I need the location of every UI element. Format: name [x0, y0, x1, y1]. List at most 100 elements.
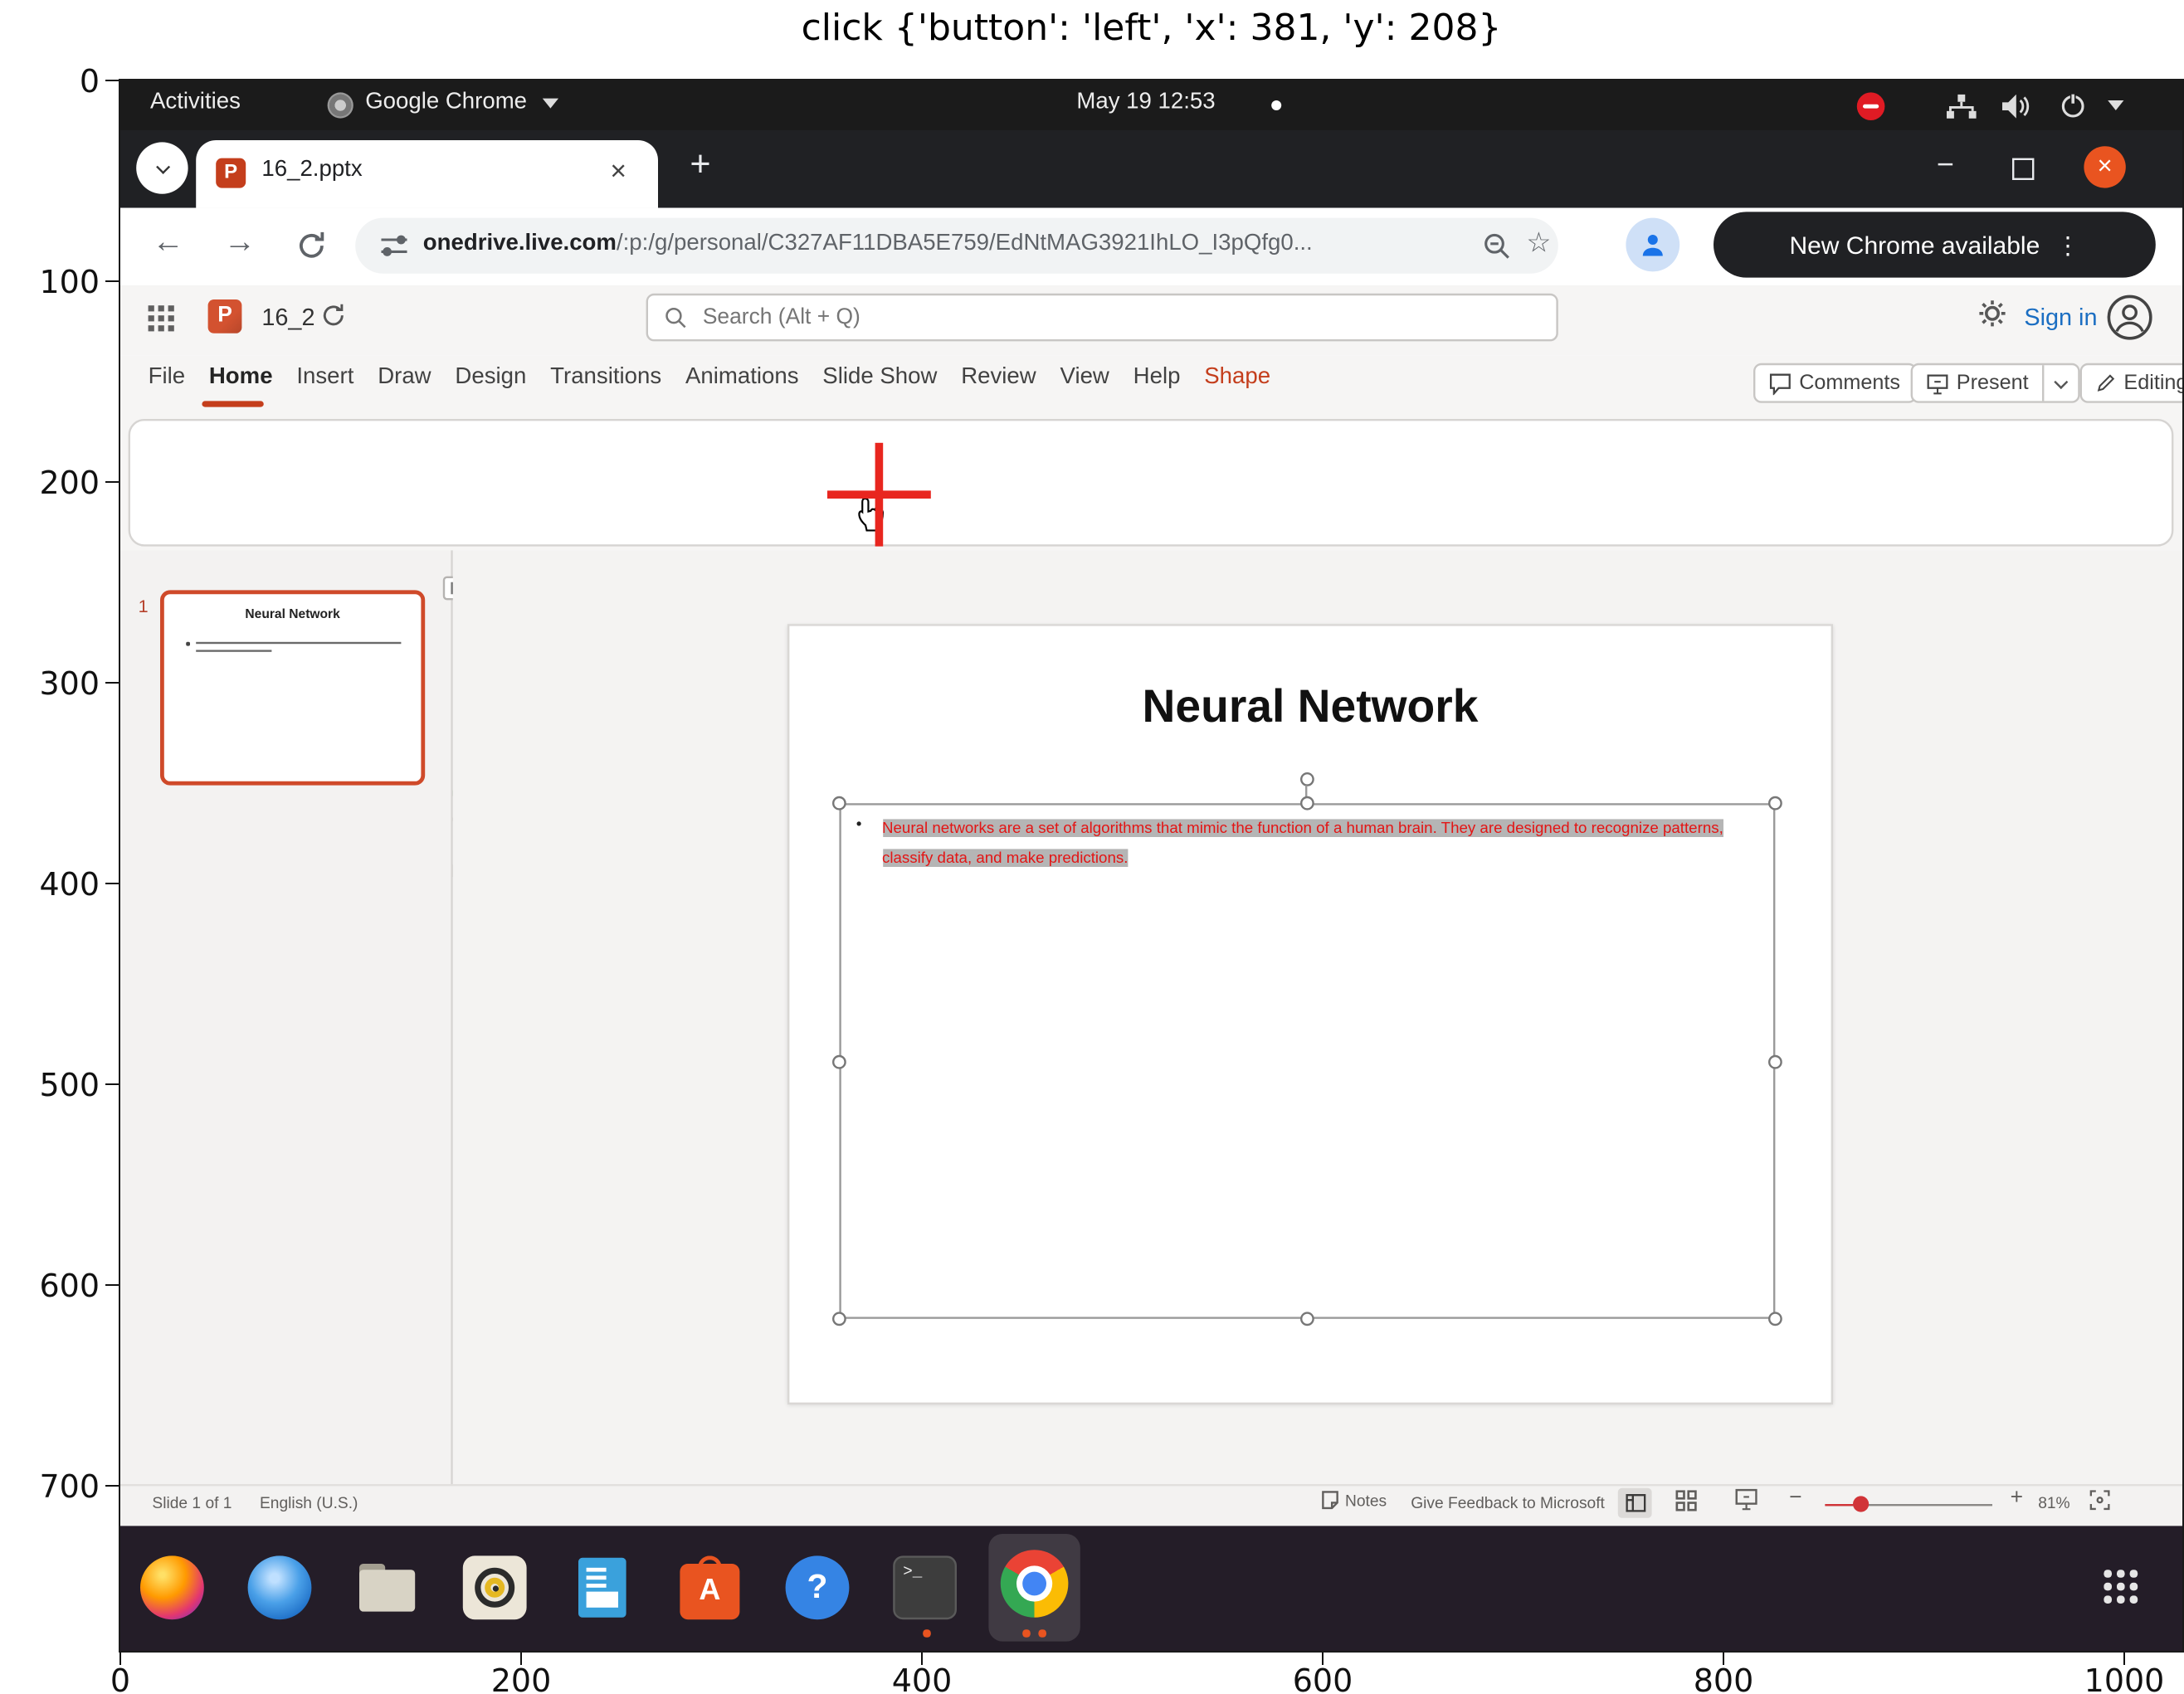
window-close-button[interactable]: × [2084, 146, 2125, 187]
menu-review[interactable]: Review [961, 365, 1036, 389]
activities-button[interactable]: Activities [150, 90, 241, 114]
rotate-handle[interactable] [1299, 772, 1314, 786]
sync-icon[interactable] [319, 301, 348, 329]
dock-help-icon[interactable]: ? [786, 1556, 850, 1620]
chrome-update-button[interactable]: New Chrome available ⋮ [1714, 212, 2156, 277]
y-tick-label: 600 [33, 1268, 100, 1304]
omnibox[interactable]: onedrive.live.com/:p:/g/personal/C327AF1… [355, 218, 1558, 274]
dock-ubuntu-software-icon[interactable]: A [678, 1556, 742, 1620]
dock-terminal-icon[interactable]: >_ [893, 1556, 957, 1620]
status-language[interactable]: English (U.S.) [260, 1494, 358, 1512]
window-minimize-button[interactable]: − [1937, 148, 1954, 183]
status-slide-info[interactable]: Slide 1 of 1 [152, 1494, 232, 1512]
dock-thunderbird-icon[interactable] [248, 1556, 312, 1620]
kebab-menu-icon[interactable]: ⋮ [2056, 231, 2080, 259]
resize-handle-sw[interactable] [831, 1312, 846, 1326]
search-icon [664, 305, 686, 329]
present-button[interactable]: Present [1911, 363, 2080, 403]
resize-handle-w[interactable] [831, 1054, 846, 1068]
slide-title[interactable]: Neural Network [789, 679, 1831, 733]
account-icon[interactable] [2106, 294, 2154, 342]
dock-firefox-icon[interactable] [140, 1556, 204, 1620]
show-applications-icon[interactable] [2104, 1570, 2110, 1576]
chrome-update-label: New Chrome available [1789, 231, 2040, 259]
comments-button[interactable]: Comments [1753, 363, 1916, 403]
resize-handle-e[interactable] [1768, 1054, 1782, 1068]
chrome-indicator-icon [328, 92, 353, 118]
zoom-slider[interactable] [1825, 1503, 1992, 1507]
settings-gear-icon[interactable] [1978, 299, 2006, 328]
menu-insert[interactable]: Insert [296, 365, 353, 389]
focused-app-label: Google Chrome [365, 90, 527, 114]
focused-app-menu[interactable]: Google Chrome [365, 90, 559, 114]
slideshow-view-button[interactable] [1735, 1488, 1757, 1512]
zoom-out-button[interactable]: − [1789, 1486, 1801, 1510]
dock-rhythmbox-icon[interactable] [463, 1556, 527, 1620]
present-dropdown[interactable] [2042, 365, 2078, 401]
menu-home[interactable]: Home [209, 365, 273, 389]
textbox-text[interactable]: Neural networks are a set of algorithms … [882, 813, 1770, 873]
menu-file[interactable]: File [149, 365, 185, 389]
resize-handle-se[interactable] [1768, 1312, 1782, 1326]
browser-tab[interactable]: P 16_2.pptx × [196, 140, 658, 208]
x-tick-label: 800 [1674, 1662, 1773, 1694]
search-input[interactable] [699, 304, 1540, 332]
zoom-out-page-icon[interactable] [1483, 231, 1511, 260]
slide-sorter-view-button[interactable] [1675, 1490, 1697, 1511]
waffle-icon[interactable] [149, 305, 154, 311]
y-tick-mark [105, 1485, 119, 1487]
window-maximize-button[interactable] [2012, 158, 2034, 180]
document-title[interactable]: 16_2 [261, 304, 314, 332]
powerpoint-logo-icon[interactable]: P [208, 299, 242, 333]
resize-handle-n[interactable] [1299, 796, 1314, 810]
menu-shape[interactable]: Shape [1204, 365, 1270, 389]
new-tab-button[interactable]: + [690, 146, 710, 182]
power-icon[interactable] [2060, 92, 2086, 118]
volume-icon[interactable] [2002, 95, 2032, 119]
ribbon: ↶ ↷ Undo Paste ✂ Clipboard Delete [129, 419, 2174, 547]
do-not-disturb-icon[interactable] [1857, 92, 1885, 120]
menu-animations[interactable]: Animations [685, 365, 799, 389]
fit-to-window-icon[interactable] [2090, 1490, 2110, 1510]
notes-button[interactable]: Notes [1321, 1490, 1387, 1510]
network-icon[interactable] [1947, 95, 1977, 120]
sign-in-link[interactable]: Sign in [2024, 304, 2097, 332]
clock[interactable]: May 19 12:53 [1036, 90, 1255, 114]
menu-view[interactable]: View [1060, 365, 1109, 389]
search-bar[interactable] [646, 294, 1558, 342]
back-icon[interactable]: ← [152, 226, 183, 261]
chevron-down-icon [544, 99, 559, 109]
forward-icon[interactable]: → [224, 226, 256, 261]
slide-thumbnail[interactable]: Neural Network [160, 590, 425, 785]
figure-title: click {'button': 'left', 'x': 381, 'y': … [120, 7, 2182, 49]
bookmark-star-icon[interactable]: ☆ [1526, 226, 1551, 260]
zoom-in-button[interactable]: + [2011, 1486, 2023, 1510]
slide-textbox[interactable]: • Neural networks are a set of algorithm… [838, 803, 1775, 1319]
feedback-button[interactable]: Give Feedback to Microsoft [1411, 1494, 1605, 1512]
resize-handle-nw[interactable] [831, 796, 846, 810]
system-menu-chevron-icon[interactable] [2108, 100, 2123, 110]
notes-icon [1321, 1490, 1339, 1510]
dock-files-icon[interactable] [355, 1556, 419, 1620]
reload-icon[interactable] [295, 230, 327, 261]
editing-mode-button[interactable]: Editing [2080, 363, 2184, 403]
profile-avatar[interactable] [1626, 218, 1679, 272]
site-info-icon[interactable] [381, 234, 407, 258]
tab-search-button[interactable] [136, 142, 188, 193]
y-tick-label: 100 [33, 264, 100, 300]
dock-chrome-icon[interactable] [988, 1535, 1080, 1643]
zoom-level[interactable]: 81% [2038, 1494, 2069, 1512]
normal-view-button[interactable] [1618, 1487, 1652, 1517]
comment-icon [1769, 372, 1791, 394]
dock-libreoffice-writer-icon[interactable] [570, 1556, 634, 1620]
resize-handle-ne[interactable] [1768, 796, 1782, 810]
menu-help[interactable]: Help [1133, 365, 1181, 389]
menu-design[interactable]: Design [455, 365, 526, 389]
tab-close-icon[interactable]: × [610, 154, 626, 186]
menu-draw[interactable]: Draw [378, 365, 431, 389]
resize-handle-s[interactable] [1299, 1312, 1314, 1326]
url-text[interactable]: onedrive.live.com/:p:/g/personal/C327AF1… [423, 231, 1313, 256]
menu-transitions[interactable]: Transitions [550, 365, 661, 389]
editing-label: Editing [2123, 371, 2184, 395]
menu-slideshow[interactable]: Slide Show [822, 365, 937, 389]
